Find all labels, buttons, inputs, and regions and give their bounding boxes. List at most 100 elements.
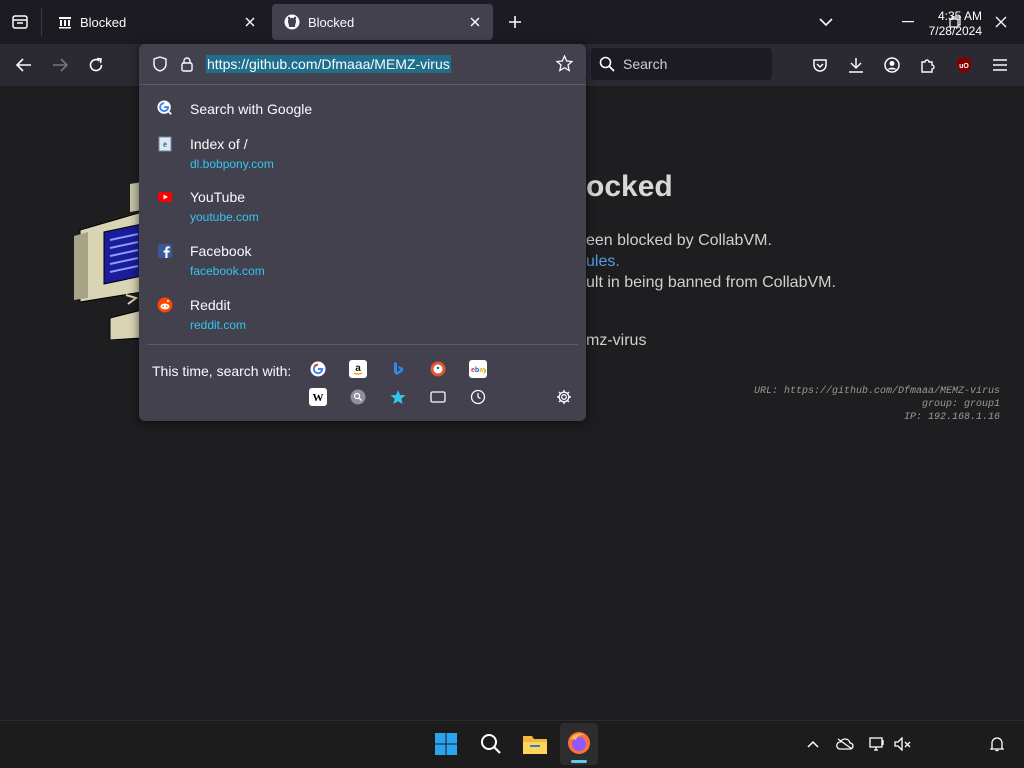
suggestion-index-of[interactable]: e Index of / dl.bobpony.com [139,132,586,176]
suggestion-title: Facebook [190,243,252,259]
search-icon [599,56,615,72]
close-icon [995,16,1007,28]
search-icon [481,734,501,754]
show-hidden-icons-button[interactable] [802,734,824,754]
engine-google-button[interactable] [309,360,327,378]
bell-icon [990,737,1004,752]
system-clock[interactable]: 4:35 AM 7/28/2024 [929,9,982,39]
suggestion-url: youtube.com [190,210,259,224]
chevron-up-icon [807,740,819,748]
tab-label: Blocked [80,14,127,30]
firefox-view-icon [12,15,28,29]
meta-group: group: group1 [921,399,1000,410]
reload-button[interactable] [84,53,108,77]
volume-button[interactable] [892,734,914,754]
engine-history-button[interactable] [469,388,487,406]
back-button[interactable] [12,53,36,77]
active-app-indicator [571,760,587,763]
wikipedia-icon: W [313,392,324,404]
svg-text:uO: uO [959,63,969,70]
search-placeholder: Search [623,56,668,72]
folder-icon [523,736,547,754]
close-window-button[interactable] [989,10,1013,34]
svg-text:ebay: ebay [471,367,486,374]
forward-button[interactable] [48,53,72,77]
arrow-right-icon [53,58,68,72]
gear-icon [557,390,571,404]
plus-icon [509,16,521,28]
tab-close-button[interactable] [242,14,258,30]
urlbar-input-row[interactable]: https://github.com/Dfmaaa/MEMZ-virus [139,44,586,84]
new-tab-button[interactable] [503,10,527,34]
divider [139,84,586,85]
menu-button[interactable] [988,53,1012,77]
firefox-taskbar-button[interactable] [560,723,598,765]
suggestion-url: facebook.com [190,264,265,278]
ublock-button[interactable]: uO [952,53,976,77]
suggestion-title: Index of / [190,136,248,152]
search-history-icon [350,389,366,405]
notifications-button[interactable] [986,734,1008,754]
amazon-icon: a [353,363,363,375]
suggestion-search-google[interactable]: Search with Google [139,96,586,122]
suggestion-url: reddit.com [190,318,247,332]
search-with-label: This time, search with: [152,363,292,379]
search-bar[interactable]: Search [591,48,772,80]
lock-icon[interactable] [180,56,194,72]
engine-duckduckgo-button[interactable] [429,360,447,378]
engine-search-history-button[interactable] [349,388,367,406]
start-button[interactable] [432,730,460,758]
duckduckgo-icon [430,361,446,377]
engine-wikipedia-button[interactable]: W [309,388,327,406]
network-button[interactable] [866,734,888,754]
firefox-view-button[interactable] [8,10,32,34]
bookmark-star-icon[interactable] [556,55,573,72]
hamburger-menu-icon [993,59,1007,71]
account-button[interactable] [880,53,904,77]
taskbar-search-button[interactable] [477,730,505,758]
speaker-muted-icon [894,737,911,751]
youtube-icon [158,192,172,202]
url-text-selected[interactable]: https://github.com/Dfmaaa/MEMZ-virus [206,55,451,73]
reddit-icon [157,297,173,313]
arrow-left-icon [16,58,31,72]
divider [147,344,578,345]
list-all-tabs-button[interactable] [814,10,838,34]
account-icon [884,57,900,73]
pocket-button[interactable] [808,53,832,77]
extensions-button[interactable] [916,53,940,77]
svg-text:a: a [355,363,361,374]
meta-ip: IP: 192.168.1.16 [903,412,1000,423]
engine-ebay-button[interactable]: ebay [469,360,487,378]
page-text-line1: een blocked by CollabVM. [586,232,772,249]
tab-blocked-2-active[interactable]: Blocked [272,4,493,40]
engine-amazon-button[interactable]: a [349,360,367,378]
file-explorer-button[interactable] [520,730,550,758]
search-settings-button[interactable] [555,388,573,406]
firefox-icon [568,732,590,754]
meta-url: URL: https://github.com/Dfmaaa/MEMZ-viru… [753,386,1000,397]
tab-close-button[interactable] [467,14,483,30]
suggestion-title: Reddit [190,297,231,313]
downloads-button[interactable] [844,53,868,77]
rules-link[interactable]: ules. [586,253,620,271]
bing-icon [394,362,403,375]
suggestion-youtube[interactable]: YouTube youtube.com [139,185,586,229]
minimize-button[interactable] [896,10,920,34]
minimize-icon [902,21,914,23]
close-icon [245,17,255,27]
ebay-icon: ebay [471,367,486,374]
suggestion-facebook[interactable]: Facebook facebook.com [139,239,586,283]
engine-bing-button[interactable] [389,360,407,378]
clock-time: 4:35 AM [937,9,982,23]
engine-tabs-button[interactable] [429,388,447,406]
tracking-protection-shield-icon[interactable] [152,56,168,72]
onedrive-button[interactable] [834,734,856,754]
tab-divider [41,8,42,36]
suggestion-reddit[interactable]: Reddit reddit.com [139,293,586,337]
engine-bookmarks-button[interactable] [389,388,407,406]
ie-page-icon: e [158,136,172,152]
tabs-icon [430,391,446,403]
tab-blocked-1[interactable]: Blocked [46,4,268,40]
svg-text:W: W [313,392,324,404]
